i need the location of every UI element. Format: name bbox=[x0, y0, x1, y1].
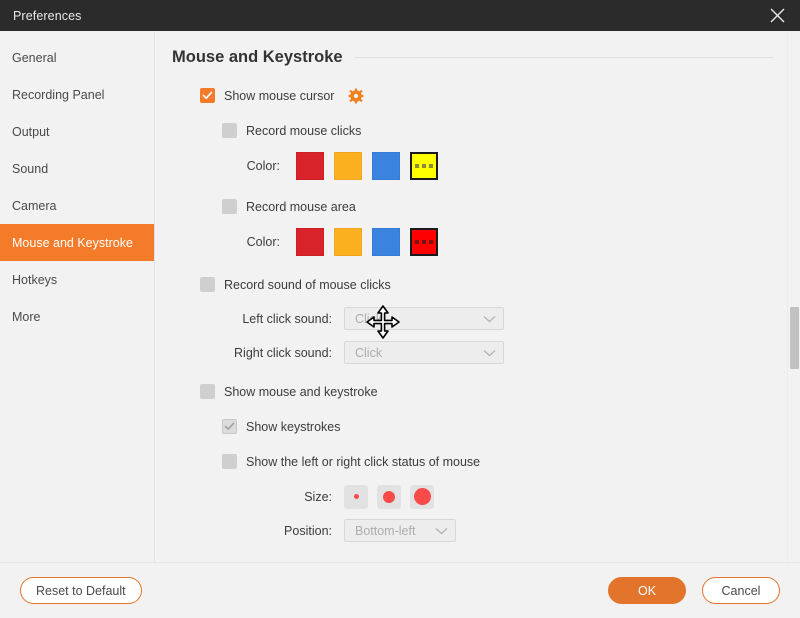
cancel-label: Cancel bbox=[722, 584, 761, 598]
record-mouse-clicks-label: Record mouse clicks bbox=[246, 124, 361, 138]
show-mouse-and-keystroke-label: Show mouse and keystroke bbox=[224, 385, 378, 399]
color-swatch-custom[interactable] bbox=[410, 152, 438, 180]
sidebar-item-recording-panel[interactable]: Recording Panel bbox=[0, 76, 154, 113]
right-click-sound-value: Click bbox=[355, 346, 382, 360]
clicks-color-swatches bbox=[296, 152, 438, 180]
show-mouse-and-keystroke-checkbox[interactable] bbox=[200, 384, 215, 399]
right-click-sound-row: Right click sound: Click bbox=[172, 340, 774, 365]
show-mouse-and-keystroke-row: Show mouse and keystroke bbox=[200, 379, 774, 404]
dialog-body: General Recording Panel Output Sound Cam… bbox=[0, 31, 800, 562]
preferences-window: Preferences General Recording Panel Outp… bbox=[0, 0, 800, 618]
record-mouse-clicks-row: Record mouse clicks bbox=[172, 118, 774, 143]
color-swatch-red[interactable] bbox=[296, 152, 324, 180]
show-click-status-checkbox[interactable] bbox=[222, 454, 237, 469]
record-mouse-area-color-row: Color: bbox=[172, 228, 774, 256]
show-mouse-cursor-row: Show mouse cursor bbox=[200, 83, 774, 108]
section-title: Mouse and Keystroke bbox=[172, 48, 343, 67]
section-header-mouse-and-keystroke: Mouse and Keystroke bbox=[172, 48, 774, 67]
record-sound-label: Record sound of mouse clicks bbox=[224, 278, 391, 292]
sidebar-item-output[interactable]: Output bbox=[0, 113, 154, 150]
dialog-footer: Reset to Default OK Cancel bbox=[0, 562, 800, 618]
title-bar: Preferences bbox=[0, 0, 800, 31]
sidebar-item-label: Output bbox=[12, 125, 50, 139]
position-label: Position: bbox=[222, 524, 332, 538]
left-click-sound-value: Click bbox=[355, 312, 382, 326]
gear-icon[interactable] bbox=[348, 88, 364, 104]
footer-actions: OK Cancel bbox=[608, 577, 780, 604]
record-mouse-area-row: Record mouse area bbox=[172, 194, 774, 219]
right-click-sound-label: Right click sound: bbox=[200, 346, 332, 360]
sidebar-item-more[interactable]: More bbox=[0, 298, 154, 335]
sidebar-item-hotkeys[interactable]: Hotkeys bbox=[0, 261, 154, 298]
ok-button[interactable]: OK bbox=[608, 577, 686, 604]
cancel-button[interactable]: Cancel bbox=[702, 577, 780, 604]
sidebar-item-label: Sound bbox=[12, 162, 48, 176]
vertical-scrollbar[interactable] bbox=[787, 31, 800, 562]
sidebar-item-label: Recording Panel bbox=[12, 88, 104, 102]
show-click-status-row: Show the left or right click status of m… bbox=[172, 449, 774, 474]
show-keystrokes-checkbox[interactable] bbox=[222, 419, 237, 434]
close-button[interactable] bbox=[754, 0, 800, 31]
close-icon bbox=[770, 8, 785, 23]
show-mouse-cursor-label: Show mouse cursor bbox=[224, 89, 334, 103]
show-click-status-label: Show the left or right click status of m… bbox=[246, 455, 480, 469]
size-option-medium[interactable] bbox=[377, 485, 401, 509]
size-row: Size: bbox=[172, 484, 774, 509]
clicks-color-label: Color: bbox=[222, 159, 280, 173]
color-swatch-custom[interactable] bbox=[410, 228, 438, 256]
check-icon bbox=[224, 421, 235, 432]
ok-label: OK bbox=[638, 584, 656, 598]
reset-to-default-label: Reset to Default bbox=[36, 584, 126, 598]
position-row: Position: Bottom-left bbox=[172, 518, 774, 543]
record-mouse-clicks-checkbox[interactable] bbox=[222, 123, 237, 138]
scrollbar-thumb[interactable] bbox=[790, 307, 799, 369]
sidebar-item-label: Mouse and Keystroke bbox=[12, 236, 133, 250]
record-sound-row: Record sound of mouse clicks bbox=[200, 272, 774, 297]
size-option-small[interactable] bbox=[344, 485, 368, 509]
position-value: Bottom-left bbox=[355, 524, 415, 538]
color-swatch-blue[interactable] bbox=[372, 152, 400, 180]
size-options bbox=[344, 485, 434, 509]
color-swatch-red[interactable] bbox=[296, 228, 324, 256]
show-mouse-cursor-checkbox[interactable] bbox=[200, 88, 215, 103]
sidebar-item-general[interactable]: General bbox=[0, 39, 154, 76]
color-swatch-orange[interactable] bbox=[334, 228, 362, 256]
section-divider bbox=[355, 57, 774, 58]
show-keystrokes-label: Show keystrokes bbox=[246, 420, 340, 434]
size-label: Size: bbox=[222, 490, 332, 504]
chevron-down-icon bbox=[483, 315, 496, 323]
position-select[interactable]: Bottom-left bbox=[344, 519, 456, 542]
record-sound-checkbox[interactable] bbox=[200, 277, 215, 292]
settings-content: Mouse and Keystroke Show mouse cursor bbox=[155, 31, 800, 562]
sidebar-item-label: More bbox=[12, 310, 40, 324]
sidebar-item-camera[interactable]: Camera bbox=[0, 187, 154, 224]
right-click-sound-select[interactable]: Click bbox=[344, 341, 504, 364]
dot-icon bbox=[414, 488, 431, 505]
record-mouse-clicks-color-row: Color: bbox=[172, 152, 774, 180]
sidebar-item-label: Hotkeys bbox=[12, 273, 57, 287]
reset-to-default-button[interactable]: Reset to Default bbox=[20, 577, 142, 604]
area-color-label: Color: bbox=[222, 235, 280, 249]
sidebar: General Recording Panel Output Sound Cam… bbox=[0, 31, 155, 562]
check-icon bbox=[202, 90, 213, 101]
chevron-down-icon bbox=[435, 527, 448, 535]
size-option-large[interactable] bbox=[410, 485, 434, 509]
sidebar-item-label: General bbox=[12, 51, 56, 65]
sidebar-item-sound[interactable]: Sound bbox=[0, 150, 154, 187]
area-color-swatches bbox=[296, 228, 438, 256]
show-keystrokes-row: Show keystrokes bbox=[172, 414, 774, 439]
sidebar-item-mouse-and-keystroke[interactable]: Mouse and Keystroke bbox=[0, 224, 154, 261]
left-click-sound-label: Left click sound: bbox=[200, 312, 332, 326]
color-swatch-orange[interactable] bbox=[334, 152, 362, 180]
dot-icon bbox=[354, 494, 359, 499]
chevron-down-icon bbox=[483, 349, 496, 357]
left-click-sound-select[interactable]: Click bbox=[344, 307, 504, 330]
record-mouse-area-checkbox[interactable] bbox=[222, 199, 237, 214]
color-swatch-blue[interactable] bbox=[372, 228, 400, 256]
left-click-sound-row: Left click sound: Click bbox=[172, 306, 774, 331]
window-title: Preferences bbox=[0, 9, 82, 23]
record-mouse-area-label: Record mouse area bbox=[246, 200, 356, 214]
dot-icon bbox=[383, 491, 395, 503]
sidebar-item-label: Camera bbox=[12, 199, 56, 213]
